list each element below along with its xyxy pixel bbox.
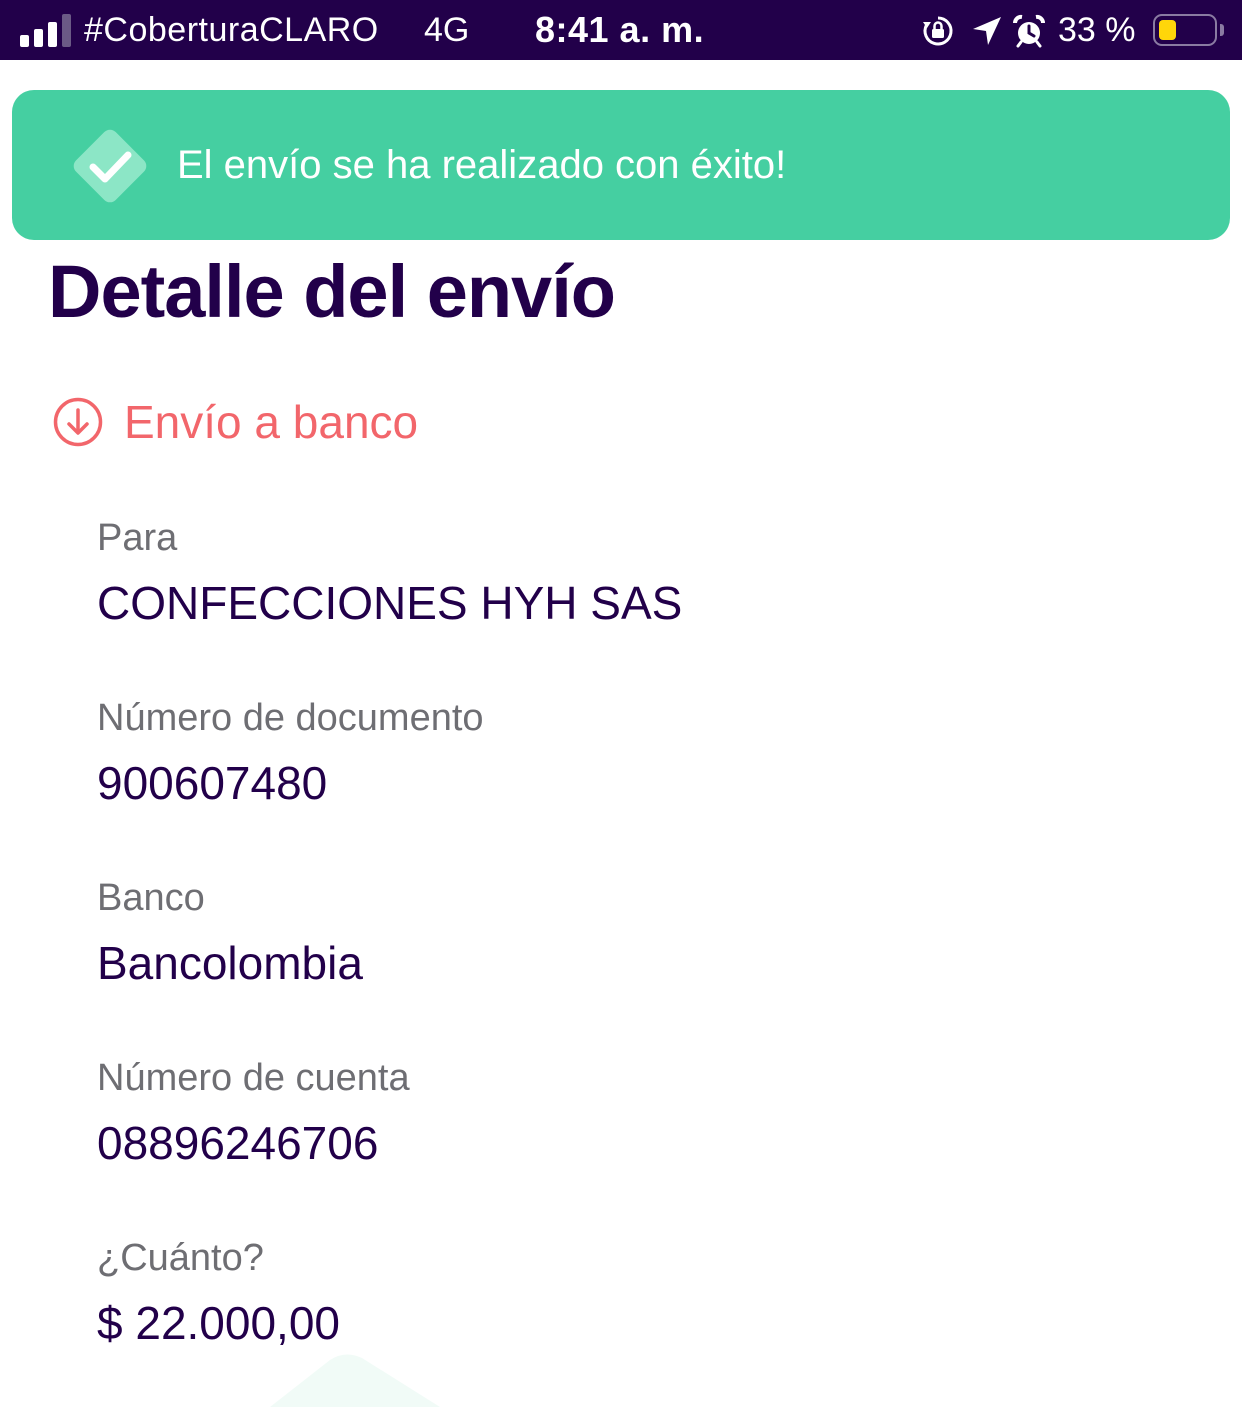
detail-value: Bancolombia xyxy=(97,937,363,989)
battery-level-fill xyxy=(1159,20,1176,40)
arrow-down-circle-icon xyxy=(52,396,104,448)
detail-label: Número de documento xyxy=(97,697,484,739)
location-arrow-icon xyxy=(970,14,1004,48)
signal-icon xyxy=(20,13,72,47)
checkmark-icon xyxy=(64,120,156,212)
detail-label: Número de cuenta xyxy=(97,1057,410,1099)
status-time: 8:41 a. m. xyxy=(535,9,705,50)
detail-label: Para xyxy=(97,517,178,559)
battery-tip xyxy=(1220,24,1224,36)
detail-value: CONFECCIONES HYH SAS xyxy=(97,577,683,629)
decorative-shape xyxy=(270,1352,470,1407)
success-toast[interactable]: El envío se ha realizado con éxito! xyxy=(12,90,1230,240)
toast-message: El envío se ha realizado con éxito! xyxy=(177,143,787,187)
status-bar: #CoberturaCLARO 4G 8:41 a. m. 33 % xyxy=(0,0,1242,60)
battery-percentage: 33 % xyxy=(1058,11,1136,49)
detail-value: 08896246706 xyxy=(97,1117,379,1169)
detail-value: $ 22.000,00 xyxy=(97,1297,341,1349)
alarm-clock-icon xyxy=(1012,14,1046,48)
detail-value: 900607480 xyxy=(97,757,328,809)
transfer-detail-screen: #CoberturaCLARO 4G 8:41 a. m. 33 % El en… xyxy=(0,0,1242,1407)
detail-label: ¿Cuánto? xyxy=(97,1237,264,1279)
network-type: 4G xyxy=(424,11,470,49)
rotation-lock-icon xyxy=(921,14,955,48)
battery-icon xyxy=(1153,14,1217,46)
page-title: Detalle del envío xyxy=(48,250,616,333)
detail-label: Banco xyxy=(97,877,205,919)
transfer-type-label: Envío a banco xyxy=(124,396,419,448)
carrier-name: #CoberturaCLARO xyxy=(84,11,379,49)
